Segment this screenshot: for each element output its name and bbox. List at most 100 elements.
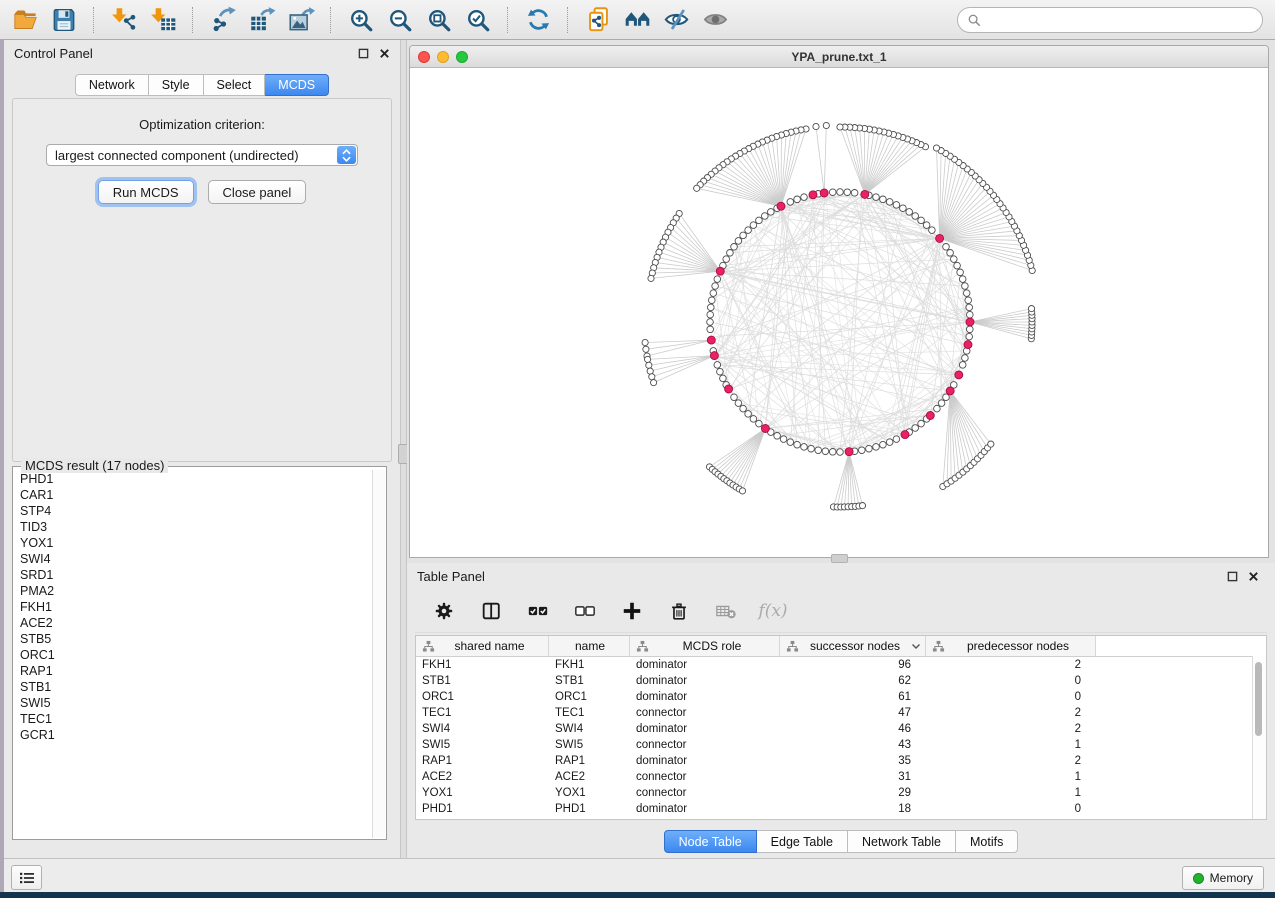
- network-node[interactable]: [762, 213, 769, 220]
- network-node[interactable]: [735, 238, 742, 245]
- mcds-result-item[interactable]: CAR1: [20, 487, 372, 503]
- tab-select[interactable]: Select: [204, 74, 266, 96]
- network-node[interactable]: [694, 185, 700, 191]
- table-row[interactable]: FKH1FKH1dominator962: [416, 657, 1266, 673]
- network-node[interactable]: [912, 425, 919, 432]
- mcds-result-item[interactable]: YOX1: [20, 535, 372, 551]
- column-header-name[interactable]: name: [549, 636, 630, 656]
- mcds-result-item[interactable]: PHD1: [20, 471, 372, 487]
- mcds-node[interactable]: [707, 336, 715, 344]
- network-node[interactable]: [745, 227, 752, 234]
- cell-shared-name[interactable]: PHD1: [416, 803, 549, 815]
- network-node[interactable]: [808, 445, 815, 452]
- network-node[interactable]: [647, 368, 653, 374]
- mcds-result-item[interactable]: STP4: [20, 503, 372, 519]
- network-node[interactable]: [829, 189, 836, 196]
- cell-mcds-role[interactable]: dominator: [630, 803, 780, 815]
- network-node[interactable]: [954, 262, 961, 269]
- cell-shared-name[interactable]: RAP1: [416, 755, 549, 767]
- cell-predecessor-nodes[interactable]: 0: [926, 675, 1096, 687]
- network-node[interactable]: [712, 283, 719, 290]
- cell-mcds-role[interactable]: dominator: [630, 675, 780, 687]
- mcds-result-item[interactable]: SWI4: [20, 551, 372, 567]
- hide-graphics-details-icon[interactable]: [661, 5, 691, 35]
- network-node[interactable]: [735, 400, 742, 407]
- cell-predecessor-nodes[interactable]: 2: [926, 723, 1096, 735]
- network-node[interactable]: [707, 319, 714, 326]
- network-node[interactable]: [750, 416, 757, 423]
- search-input[interactable]: [987, 12, 1253, 28]
- network-node[interactable]: [739, 488, 745, 494]
- network-node[interactable]: [710, 290, 717, 297]
- mcds-node[interactable]: [955, 371, 963, 379]
- cell-mcds-role[interactable]: dominator: [630, 659, 780, 671]
- mcds-result-item[interactable]: RAP1: [20, 663, 372, 679]
- cell-successor-nodes[interactable]: 29: [780, 787, 926, 799]
- mcds-node[interactable]: [820, 189, 828, 197]
- cell-predecessor-nodes[interactable]: 2: [926, 755, 1096, 767]
- network-node[interactable]: [731, 394, 738, 401]
- network-node[interactable]: [929, 227, 936, 234]
- table-row[interactable]: ORC1ORC1dominator610: [416, 689, 1266, 705]
- cell-shared-name[interactable]: YOX1: [416, 787, 549, 799]
- result-scrollbar[interactable]: [372, 470, 385, 838]
- mcds-node[interactable]: [716, 267, 724, 275]
- network-node[interactable]: [708, 304, 715, 311]
- criterion-select[interactable]: largest connected component (undirected): [46, 144, 358, 166]
- cell-predecessor-nodes[interactable]: 0: [926, 803, 1096, 815]
- network-node[interactable]: [957, 269, 964, 276]
- task-history-button[interactable]: [11, 865, 42, 890]
- mcds-result-item[interactable]: GCR1: [20, 727, 372, 743]
- column-header-shared-name[interactable]: shared name: [416, 636, 549, 656]
- export-table-icon[interactable]: [247, 5, 277, 35]
- zoom-out-icon[interactable]: [385, 5, 415, 35]
- table-row[interactable]: SWI5SWI5connector431: [416, 737, 1266, 753]
- mcds-result-item[interactable]: TEC1: [20, 711, 372, 727]
- horizontal-splitter-handle[interactable]: [831, 554, 848, 563]
- cell-predecessor-nodes[interactable]: 0: [926, 691, 1096, 703]
- network-node[interactable]: [837, 124, 843, 130]
- zoom-fit-icon[interactable]: [424, 5, 454, 35]
- cell-predecessor-nodes[interactable]: 1: [926, 787, 1096, 799]
- first-neighbors-icon[interactable]: [622, 5, 652, 35]
- deselect-all-icon[interactable]: [572, 598, 598, 624]
- tab-network-table[interactable]: Network Table: [848, 830, 956, 853]
- network-node[interactable]: [873, 444, 880, 451]
- network-node[interactable]: [966, 333, 973, 340]
- network-node[interactable]: [646, 362, 652, 368]
- network-node[interactable]: [918, 217, 925, 224]
- cell-successor-nodes[interactable]: 18: [780, 803, 926, 815]
- column-header-successor-nodes[interactable]: successor nodes: [780, 636, 926, 656]
- cell-name[interactable]: YOX1: [549, 787, 630, 799]
- mcds-node[interactable]: [946, 387, 954, 395]
- network-node[interactable]: [651, 380, 657, 386]
- memory-button[interactable]: Memory: [1182, 866, 1264, 890]
- save-session-icon[interactable]: [49, 5, 79, 35]
- network-node[interactable]: [988, 441, 994, 447]
- cell-mcds-role[interactable]: dominator: [630, 691, 780, 703]
- network-node[interactable]: [886, 439, 893, 446]
- network-node[interactable]: [787, 439, 794, 446]
- network-node[interactable]: [740, 405, 747, 412]
- cell-shared-name[interactable]: SWI5: [416, 739, 549, 751]
- cell-name[interactable]: PHD1: [549, 803, 630, 815]
- network-node[interactable]: [727, 250, 734, 257]
- cell-predecessor-nodes[interactable]: 1: [926, 739, 1096, 751]
- table-row[interactable]: RAP1RAP1dominator352: [416, 753, 1266, 769]
- network-node[interactable]: [893, 202, 900, 209]
- mcds-node[interactable]: [901, 431, 909, 439]
- cell-mcds-role[interactable]: dominator: [630, 755, 780, 767]
- network-node[interactable]: [714, 362, 721, 369]
- network-node[interactable]: [967, 326, 974, 333]
- mcds-result-item[interactable]: PMA2: [20, 583, 372, 599]
- network-node[interactable]: [959, 362, 966, 369]
- mcds-node[interactable]: [926, 412, 934, 420]
- mcds-result-item[interactable]: ORC1: [20, 647, 372, 663]
- cell-successor-nodes[interactable]: 47: [780, 707, 926, 719]
- network-node[interactable]: [787, 199, 794, 206]
- zoom-in-icon[interactable]: [346, 5, 376, 35]
- cell-shared-name[interactable]: SWI4: [416, 723, 549, 735]
- mcds-result-item[interactable]: FKH1: [20, 599, 372, 615]
- network-node[interactable]: [815, 447, 822, 454]
- network-node[interactable]: [794, 441, 801, 448]
